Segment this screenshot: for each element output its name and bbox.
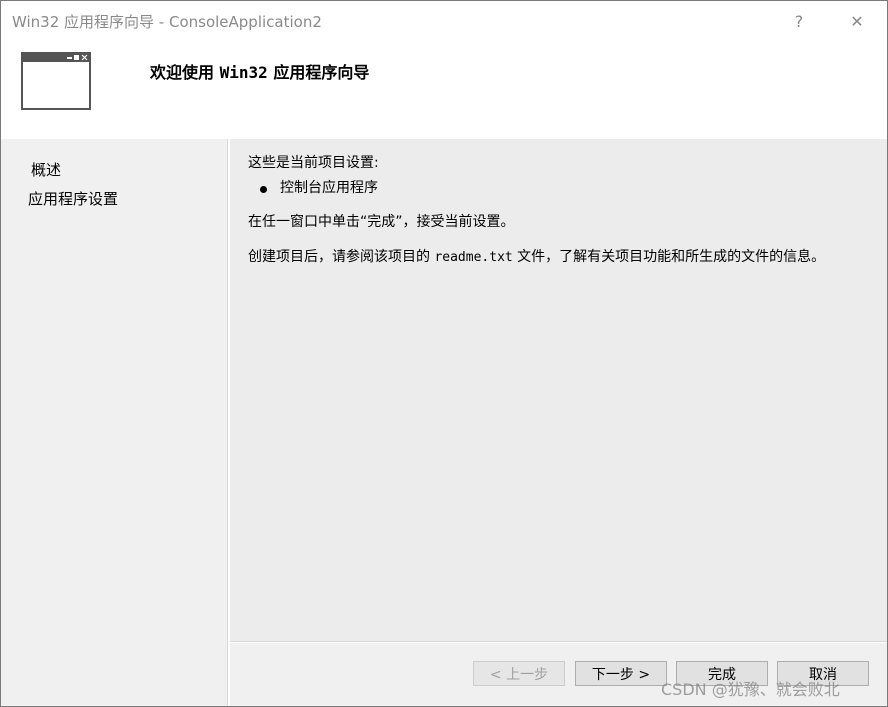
heading-win32: Win32 xyxy=(219,63,268,82)
wizard-header: 欢迎使用 Win32 应用程序向导 xyxy=(1,41,887,139)
help-button[interactable]: ? xyxy=(785,7,813,35)
csdn-watermark: CSDN @犹豫、就会败北 xyxy=(661,680,840,699)
settings-intro: 这些是当前项目设置: xyxy=(248,155,379,171)
nav-item-app-settings[interactable]: 应用程序设置 xyxy=(28,188,118,209)
window-icon xyxy=(21,52,91,110)
setting-item: 控制台应用程序 xyxy=(280,180,378,196)
heading-prefix: 欢迎使用 xyxy=(150,63,220,82)
nav-item-overview[interactable]: 概述 xyxy=(31,159,61,180)
content-panel: 这些是当前项目设置: 控制台应用程序 在任一窗口中单击“完成”，接受当前设置。 … xyxy=(230,139,887,641)
window-title: Win32 应用程序向导 - ConsoleApplication2 xyxy=(12,13,322,31)
finish-hint: 在任一窗口中单击“完成”，接受当前设置。 xyxy=(248,214,515,230)
previous-button[interactable]: < 上一步 xyxy=(473,661,565,686)
close-button[interactable]: ✕ xyxy=(843,7,871,35)
readme-filename: readme.txt xyxy=(434,250,513,265)
wizard-body: 概述 应用程序设置 这些是当前项目设置: 控制台应用程序 在任一窗口中单击“完成… xyxy=(1,139,887,706)
wizard-heading: 欢迎使用 Win32 应用程序向导 xyxy=(150,59,369,83)
wizard-window: Win32 应用程序向导 - ConsoleApplication2 ? ✕ 欢… xyxy=(0,0,888,707)
wizard-nav: 概述 应用程序设置 xyxy=(1,139,227,706)
title-bar[interactable]: Win32 应用程序向导 - ConsoleApplication2 ? ✕ xyxy=(1,1,887,41)
readme-hint: 创建项目后，请参阅该项目的 readme.txt 文件，了解有关项目功能和所生成… xyxy=(248,246,825,266)
next-button[interactable]: 下一步 > xyxy=(575,661,667,686)
readme-hint-suffix: 文件，了解有关项目功能和所生成的文件的信息。 xyxy=(512,249,826,265)
heading-suffix: 应用程序向导 xyxy=(267,63,370,82)
bullet-icon xyxy=(260,186,267,193)
readme-hint-prefix: 创建项目后，请参阅该项目的 xyxy=(248,249,435,265)
